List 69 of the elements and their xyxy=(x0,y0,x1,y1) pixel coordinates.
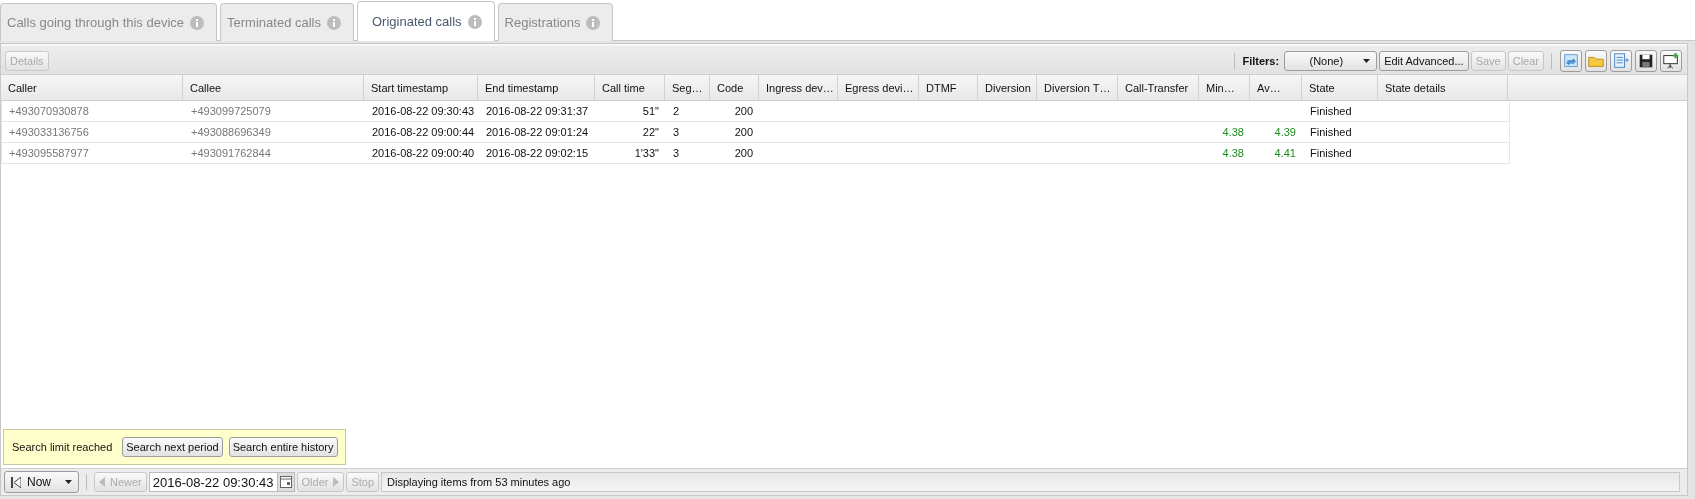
table-cell: 2016-08-22 09:31:37 xyxy=(486,105,589,117)
table-cell: +493033136756 xyxy=(9,126,89,138)
column-header[interactable]: Diversion T… xyxy=(1037,75,1118,100)
table-cell: 4.41 xyxy=(1274,147,1296,159)
info-icon xyxy=(190,15,205,30)
tab[interactable]: Originated calls xyxy=(357,1,495,41)
table-cell: 200 xyxy=(734,147,753,159)
table-cell: +493095587977 xyxy=(9,147,89,159)
table-cell: +493091762844 xyxy=(191,147,271,159)
column-header[interactable]: Av… xyxy=(1250,75,1302,100)
export-icon[interactable] xyxy=(1612,52,1630,70)
table-cell: +493099725079 xyxy=(191,105,271,117)
table-cell: +493088696349 xyxy=(191,126,271,138)
save-icon[interactable] xyxy=(1637,52,1655,70)
edit-advanced-button[interactable]: Edit Advanced... xyxy=(1379,51,1469,71)
now-button[interactable]: Now xyxy=(4,471,79,493)
table-cell: 22" xyxy=(642,126,659,138)
column-header[interactable]: Diversion xyxy=(978,75,1037,100)
search-button[interactable]: Search entire history xyxy=(228,437,338,457)
right-arrow-icon xyxy=(333,477,340,487)
info-icon xyxy=(467,14,482,29)
column-header[interactable]: Callee xyxy=(183,75,364,100)
table-cell: 200 xyxy=(734,105,753,117)
table-cell: 3 xyxy=(673,126,680,138)
table-cell: 2016-08-22 09:00:44 xyxy=(372,126,475,138)
table-cell: 2 xyxy=(673,105,680,117)
table-cell: 2016-08-22 09:01:24 xyxy=(486,126,589,138)
column-header[interactable]: State xyxy=(1302,75,1378,100)
table-cell: 4.38 xyxy=(1222,147,1244,159)
first-icon xyxy=(11,476,21,488)
column-header[interactable]: Start timestamp xyxy=(364,75,478,100)
table-cell: 200 xyxy=(734,126,753,138)
table-cell: 1'33" xyxy=(634,147,659,159)
column-header[interactable]: Seg… xyxy=(665,75,710,100)
column-header[interactable]: Code xyxy=(710,75,759,100)
caret-icon xyxy=(65,480,72,484)
column-header[interactable]: Caller xyxy=(1,75,183,100)
caret-icon xyxy=(1363,59,1371,63)
column-header[interactable]: Ingress dev… xyxy=(759,75,838,100)
column-header[interactable]: DTMF xyxy=(919,75,978,100)
table-cell: Finished xyxy=(1310,147,1352,159)
table-cell: 2016-08-22 09:02:15 xyxy=(486,147,589,159)
table-cell: 4.39 xyxy=(1274,126,1296,138)
info-icon xyxy=(327,15,341,30)
table-cell: 4.38 xyxy=(1222,126,1244,138)
table-cell: +493070930878 xyxy=(9,105,89,117)
column-header[interactable]: Call-Transfer xyxy=(1118,75,1199,100)
date-field[interactable]: 2016-08-22 09:30:43 xyxy=(148,472,295,492)
table-cell: 2016-08-22 09:30:43 xyxy=(372,105,475,117)
column-header[interactable]: Call time xyxy=(595,75,665,100)
table-cell: 2016-08-22 09:00:40 xyxy=(372,147,475,159)
column-header[interactable]: End timestamp xyxy=(478,75,595,100)
refresh-icon[interactable] xyxy=(1562,52,1580,70)
left-arrow-icon xyxy=(99,477,105,487)
column-header[interactable]: Egress devi… xyxy=(838,75,919,100)
info-icon xyxy=(586,15,601,30)
table-cell: 51" xyxy=(642,105,659,117)
filter-dropdown[interactable]: (None) xyxy=(1284,51,1378,71)
search-button[interactable]: Search next period xyxy=(122,437,223,457)
filters-label: Filters: xyxy=(1242,55,1280,67)
table-cell: 3 xyxy=(673,147,680,159)
table-cell: Finished xyxy=(1310,126,1352,138)
column-header[interactable]: Min… xyxy=(1199,75,1250,100)
table-cell: Finished xyxy=(1310,105,1352,117)
calendar-icon[interactable] xyxy=(279,476,292,488)
status-message: Displaying items from 53 minutes ago xyxy=(381,472,1680,492)
presentation-icon[interactable] xyxy=(1662,52,1680,70)
column-header[interactable]: State details xyxy=(1378,75,1508,100)
notice-text: Search limit reached xyxy=(12,441,113,453)
